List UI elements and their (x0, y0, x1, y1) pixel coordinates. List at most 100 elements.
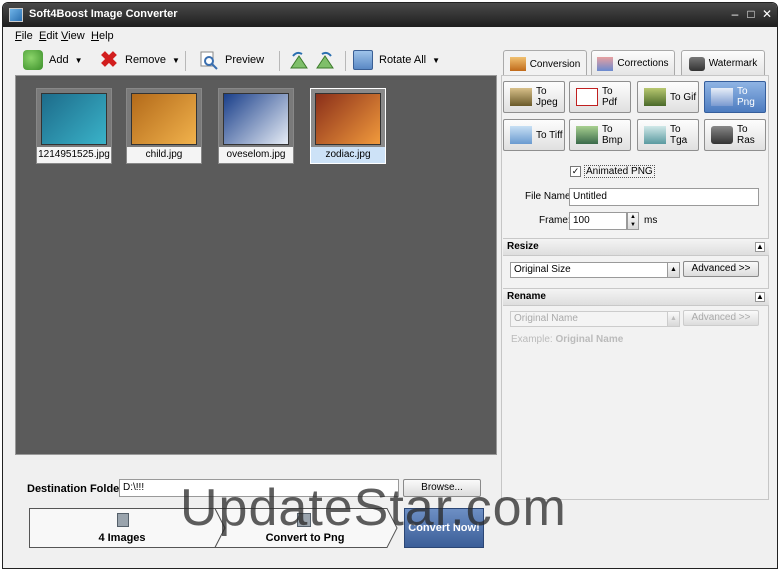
preview-label: Preview (225, 54, 265, 66)
thumbnail[interactable]: oveselom.jpg (218, 88, 294, 164)
format-jpeg-button[interactable]: To Jpeg (503, 81, 565, 113)
add-image-icon (23, 50, 43, 70)
resize-mode-select[interactable]: Original Size ▲ (510, 262, 680, 278)
watermark-overlay: UpdateStar.com (180, 479, 567, 537)
format-png-label: To Png (737, 86, 755, 108)
file-name-label: File Name: (525, 191, 574, 202)
menu-view[interactable]: View (61, 30, 85, 42)
toolbar-divider (279, 51, 280, 71)
thumbnail-image (223, 93, 289, 145)
thumbnail-image (41, 93, 107, 145)
menu-help[interactable]: Help (91, 30, 114, 42)
rename-mode-value: Original Name (514, 313, 578, 324)
rename-section-header[interactable]: Rename ▲ (503, 288, 769, 306)
rename-advanced-button[interactable]: Advanced >> (683, 310, 759, 326)
format-tiff-button[interactable]: To Tiff (503, 119, 565, 151)
format-bmp-label: To Bmp (602, 124, 623, 146)
file-name-input[interactable]: Untitled (569, 188, 759, 206)
rename-example-value: Original Name (555, 334, 624, 345)
collapse-icon[interactable]: ▲ (755, 292, 765, 302)
format-tga-button[interactable]: To Tga (637, 119, 699, 151)
thumbnail-selected[interactable]: zodiac.jpg (310, 88, 386, 164)
title-bar: Soft4Boost Image Converter – □ ✕ (3, 3, 777, 27)
toolbar-divider (345, 51, 346, 71)
format-gif-button[interactable]: To Gif (637, 81, 699, 113)
settings-tabs: Conversion Corrections Watermark (501, 50, 771, 77)
tab-corrections-label: Corrections (617, 58, 669, 69)
format-tiff-label: To Tiff (536, 129, 563, 141)
calculator-icon (117, 513, 129, 527)
magnifier-icon (199, 50, 219, 70)
format-pdf-button[interactable]: To Pdf (569, 81, 631, 113)
frame-spinner[interactable]: ▲ ▼ (627, 212, 639, 230)
thumbnail-caption: oveselom.jpg (219, 147, 293, 163)
tab-conversion[interactable]: Conversion (503, 50, 587, 77)
tab-corrections[interactable]: Corrections (591, 50, 675, 76)
pdf-icon (576, 88, 598, 106)
chevron-down-icon: ▲ (667, 312, 679, 326)
menu-file[interactable]: File (15, 30, 33, 42)
minimize-icon[interactable]: – (727, 6, 743, 22)
png-icon (711, 88, 733, 106)
watermark-icon (688, 56, 705, 71)
animated-png-label[interactable]: Animated PNG (584, 165, 655, 178)
thumbnail[interactable]: 1214951525.jpg (36, 88, 112, 164)
remove-button[interactable]: ✖ Remove ▼ (99, 49, 180, 71)
rotate-right-icon (315, 50, 335, 70)
corrections-icon (597, 56, 614, 71)
add-label: Add (49, 54, 69, 66)
rotate-left-icon (289, 50, 309, 70)
rotate-all-label: Rotate All (379, 54, 427, 66)
maximize-icon[interactable]: □ (743, 6, 759, 22)
thumbnail-caption: 1214951525.jpg (37, 147, 111, 163)
tga-icon (644, 126, 666, 144)
resize-header-label: Resize (507, 241, 539, 252)
format-tga-label: To Tga (670, 124, 688, 146)
preview-button[interactable]: Preview (199, 49, 264, 71)
thumbnail-caption: zodiac.jpg (311, 147, 385, 163)
frame-label: Frame: (539, 215, 571, 226)
menu-bar: File Edit View Help (3, 27, 777, 45)
chevron-down-icon: ▲ (667, 263, 679, 277)
rotate-all-button[interactable]: Rotate All ▼ (353, 49, 440, 71)
add-dropdown-icon[interactable]: ▼ (75, 56, 83, 65)
image-gallery[interactable]: 1214951525.jpg child.jpg oveselom.jpg zo… (15, 75, 497, 455)
resize-advanced-button[interactable]: Advanced >> (683, 261, 759, 277)
remove-dropdown-icon[interactable]: ▼ (172, 56, 180, 65)
rotate-all-dropdown-icon[interactable]: ▼ (432, 56, 440, 65)
toolbar: Add ▼ ✖ Remove ▼ Preview Rotate All ▼ (3, 45, 499, 75)
rename-header-label: Rename (507, 291, 546, 302)
thumbnail-caption: child.jpg (127, 147, 201, 163)
format-png-button[interactable]: To Png (704, 81, 766, 113)
rotate-right-button[interactable] (315, 49, 341, 71)
destination-label: Destination Folder: (27, 483, 128, 495)
frame-input[interactable]: 100 (569, 212, 627, 230)
format-ras-button[interactable]: To Ras (704, 119, 766, 151)
tab-conversion-label: Conversion (529, 58, 581, 70)
gif-icon (644, 88, 666, 106)
tab-watermark[interactable]: Watermark (681, 50, 765, 76)
resize-mode-value: Original Size (514, 264, 571, 275)
rotate-left-button[interactable] (289, 49, 315, 71)
rename-example-prefix: Example: (511, 334, 553, 345)
animated-png-checkbox[interactable]: ✓ (570, 166, 581, 177)
thumbnail[interactable]: child.jpg (126, 88, 202, 164)
format-bmp-button[interactable]: To Bmp (569, 119, 631, 151)
rename-mode-select[interactable]: Original Name ▲ (510, 311, 680, 327)
thumbnail-image (315, 93, 381, 145)
remove-icon: ✖ (99, 47, 119, 72)
collapse-icon[interactable]: ▲ (755, 242, 765, 252)
resize-section-header[interactable]: Resize ▲ (503, 238, 769, 256)
format-jpeg-label: To Jpeg (536, 86, 558, 108)
menu-edit[interactable]: Edit (39, 30, 58, 42)
toolbar-divider (185, 51, 186, 71)
add-button[interactable]: Add ▼ (23, 49, 83, 71)
close-icon[interactable]: ✕ (759, 6, 775, 22)
frame-unit: ms (644, 215, 658, 226)
rotate-all-icon (353, 50, 373, 70)
thumbnail-image (131, 93, 197, 145)
window-title: Soft4Boost Image Converter (29, 8, 178, 20)
jpeg-icon (510, 88, 532, 106)
camera-icon (711, 126, 733, 144)
tiff-icon (510, 126, 532, 144)
